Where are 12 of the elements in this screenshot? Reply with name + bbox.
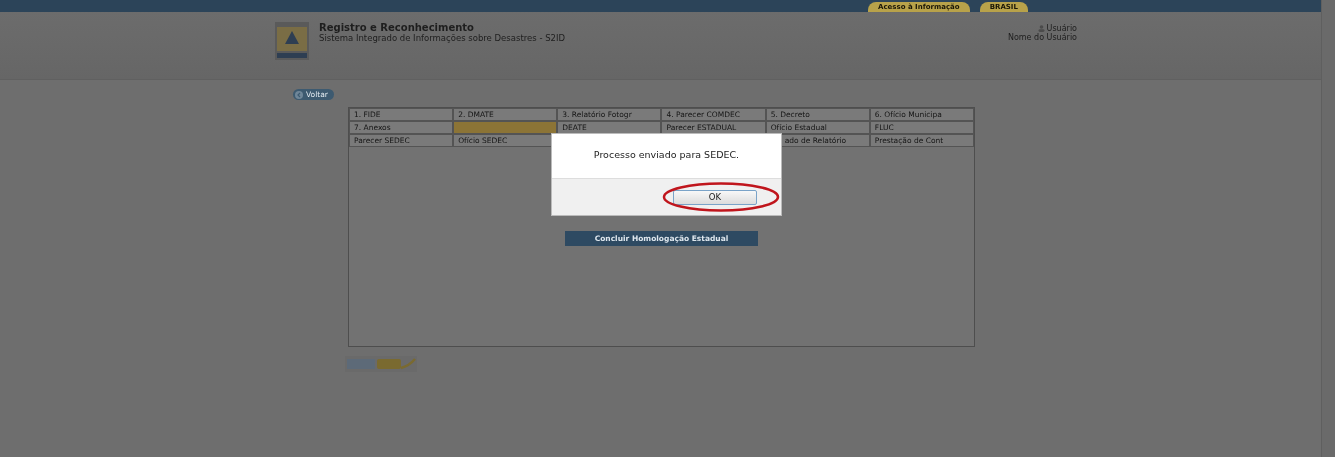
ok-button[interactable]: OK (673, 189, 757, 205)
user-icon (1037, 25, 1045, 32)
back-arrow-icon (295, 90, 303, 99)
page-subtitle: Sistema Integrado de Informações sobre Desastres - S2ID (319, 33, 566, 43)
w3c-badge-icon (345, 356, 417, 372)
page-title: Registro e Reconhecimento (319, 22, 474, 33)
logo-icon (275, 22, 309, 60)
dialog-message: Processo enviado para SEDEC. (593, 148, 740, 160)
tab[interactable] (453, 121, 558, 134)
user-name: Nome do Usuário (1007, 33, 1077, 42)
scrollbar[interactable] (1321, 0, 1335, 457)
user-label: Usuário (1046, 24, 1077, 33)
